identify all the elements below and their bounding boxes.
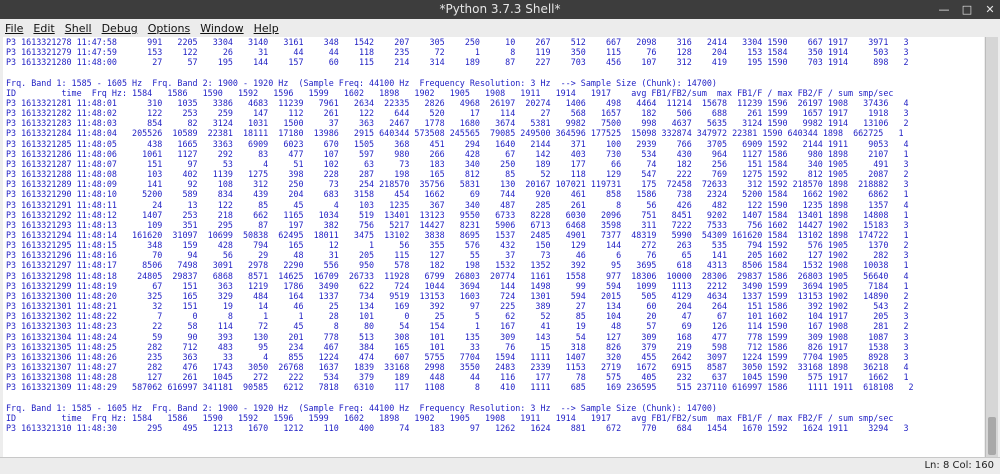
shell-line: P3 1613321285 11:48:05 438 1665 3363 690… [6,138,909,149]
menu-shell[interactable]: Shell [60,22,97,35]
shell-line: P3 1613321297 11:48:17 8506 7498 3091 29… [6,260,909,271]
shell-line: P3 1613321306 11:48:26 235 363 33 4 855 … [6,351,909,362]
shell-line: P3 1613321278 11:47:58 991 2205 3304 314… [6,37,909,47]
scrollbar-thumb[interactable] [988,417,996,455]
shell-line: P3 1613321305 11:48:25 282 712 483 95 23… [6,341,909,352]
shell-line: P3 1613321290 11:48:10 5200 589 834 439 … [6,189,909,200]
shell-line: P3 1613321291 11:48:11 24 13 122 85 45 4… [6,199,909,210]
status-bar: Ln: 8 Col: 160 [0,457,1000,474]
shell-line: P3 1613321296 11:48:16 70 94 56 29 48 31… [6,250,909,261]
shell-line: P3 1613321288 11:48:08 103 402 1139 1275… [6,169,909,180]
maximize-icon[interactable]: □ [961,3,973,16]
shell-line: P3 1613321299 11:48:19 67 151 363 1219 1… [6,280,909,291]
menu-window-label: Window [200,21,244,35]
menu-window[interactable]: Window [195,22,248,35]
shell-line: P3 1613321307 11:48:27 282 476 1743 3050… [6,362,909,372]
shell-line: P3 1613321287 11:48:07 151 97 53 4 51 10… [6,158,909,169]
shell-line: Frq. Band 1: 1585 - 1605 Hz Frq. Band 2:… [6,77,717,88]
shell-line: P3 1613321310 11:48:30 295 495 1213 1670… [6,422,909,433]
shell-line: P3 1613321309 11:48:29 587062 616997 341… [6,382,914,393]
menu-help[interactable]: Help [249,22,284,35]
shell-line: ID time Frq Hz: 1584 1586 1590 1592 1596… [6,87,894,98]
menu-edit[interactable]: Edit [28,22,59,35]
shell-line: P3 1613321283 11:48:03 854 82 3124 1031 … [6,118,909,129]
shell-line: P3 1613321302 11:48:22 7 0 8 1 1 28 101 … [6,311,909,322]
shell-line: P3 1613321298 11:48:18 24805 29837 6868 … [6,270,909,281]
menu-shell-label: Shell [64,21,92,35]
shell-line: P3 1613321293 11:48:13 109 351 295 87 19… [6,219,909,230]
shell-line: P3 1613321279 11:47:59 153 122 26 31 44 … [6,47,909,58]
shell-line: P3 1613321300 11:48:20 325 165 329 484 1… [6,290,909,301]
close-icon[interactable]: ✕ [984,3,996,16]
title-bar: *Python 3.7.3 Shell* — □ ✕ [0,0,1000,19]
shell-line: P3 1613321282 11:48:02 122 253 259 147 1… [6,108,909,119]
cursor-position: Ln: 8 Col: 160 [924,460,994,471]
menu-options-label: Options [147,21,191,35]
vertical-scrollbar[interactable] [985,37,998,457]
shell-line: P3 1613321294 11:48:14 161620 31097 1069… [6,229,909,240]
shell-line: P3 1613321286 11:48:06 1061 1127 292 83 … [6,148,909,159]
shell-line: P3 1613321281 11:48:01 310 1035 3386 468… [6,97,909,108]
shell-line: P3 1613321284 11:48:04 205526 10589 2238… [6,128,904,139]
minimize-icon[interactable]: — [938,3,950,16]
menu-file-label: File [5,21,24,35]
shell-line: P3 1613321292 11:48:12 1407 253 218 662 … [6,209,909,220]
shell-output-area[interactable]: P3 1613321278 11:47:58 991 2205 3304 314… [3,37,984,457]
menu-file[interactable]: File [0,22,28,35]
shell-line: P3 1613321301 11:48:21 32 151 19 14 46 2… [6,301,909,312]
menu-help-label: Help [253,21,279,35]
menu-edit-label: Edit [33,21,55,35]
shell-line: P3 1613321303 11:48:23 22 58 114 72 45 8… [6,321,909,332]
menu-options[interactable]: Options [143,22,195,35]
menu-bar: File Edit Shell Debug Options Window Hel… [0,19,1000,37]
shell-output-text: P3 1613321278 11:47:58 991 2205 3304 314… [3,37,984,433]
shell-line: ID time Frq Hz: 1584 1586 1590 1592 1596… [6,412,894,423]
shell-line: P3 1613321295 11:48:15 348 159 428 794 1… [6,240,909,251]
shell-line: P3 1613321280 11:48:00 27 57 195 144 157… [6,57,909,68]
window-controls: — □ ✕ [938,0,996,19]
menu-debug[interactable]: Debug [97,22,143,35]
shell-line: P3 1613321289 11:48:09 141 92 108 312 25… [6,179,909,190]
shell-line: P3 1613321304 11:48:24 59 90 393 130 201… [6,331,909,342]
menu-debug-label: Debug [101,21,138,35]
shell-line: P3 1613321308 11:48:28 127 261 1045 272 … [6,372,909,383]
shell-line: Frq. Band 1: 1585 - 1605 Hz Frq. Band 2:… [6,402,717,413]
window-title: *Python 3.7.3 Shell* [439,2,561,16]
